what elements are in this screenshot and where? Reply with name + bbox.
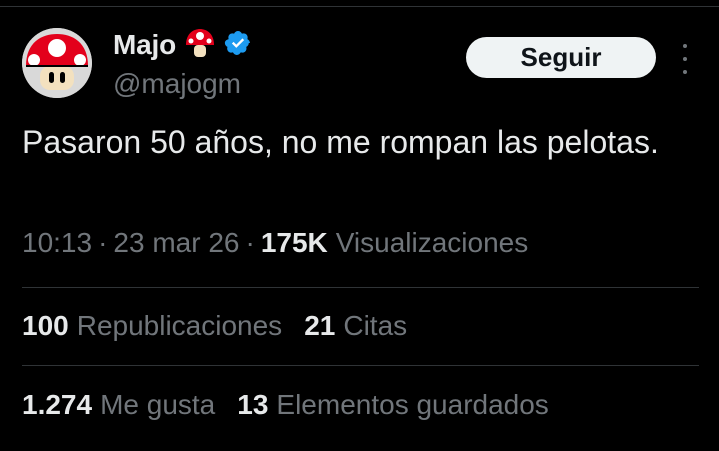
quotes-count: 21 [304, 310, 336, 341]
author-name-row: Majo [113, 26, 252, 64]
quotes-stat[interactable]: 21 Citas [304, 310, 407, 342]
top-divider [0, 6, 719, 7]
more-vertical-icon[interactable] [674, 44, 696, 74]
author-display-name[interactable]: Majo [113, 29, 176, 61]
likes-label: Me gusta [100, 389, 216, 420]
divider [22, 287, 699, 288]
views-label: Visualizaciones [335, 227, 529, 258]
views-count: 175K [260, 227, 328, 258]
verified-badge-icon[interactable] [224, 29, 252, 62]
quotes-label: Citas [343, 310, 408, 341]
bookmarks-label: Elementos guardados [276, 389, 549, 420]
engagement-stats-row-1: 100 Republicaciones 21 Citas [22, 310, 429, 342]
likes-count: 1.274 [22, 389, 93, 420]
reposts-label: Republicaciones [76, 310, 283, 341]
tweet-time[interactable]: 10:13 [22, 227, 92, 259]
meta-separator: · [98, 227, 108, 258]
more-dot [683, 70, 687, 74]
reposts-stat[interactable]: 100 Republicaciones [22, 310, 282, 342]
reposts-count: 100 [22, 310, 69, 341]
likes-stat[interactable]: 1.274 Me gusta [22, 389, 215, 421]
mushroom-icon [22, 28, 92, 98]
tweet-meta: 10:13 · 23 mar 26 · 175K Visualizaciones [22, 227, 528, 259]
avatar[interactable] [22, 28, 92, 98]
engagement-stats-row-2: 1.274 Me gusta 13 Elementos guardados [22, 389, 571, 421]
bookmarks-count: 13 [237, 389, 269, 420]
bookmarks-stat[interactable]: 13 Elementos guardados [237, 389, 549, 421]
more-dot [683, 57, 687, 61]
tweet-text: Pasaron 50 años, no me rompan las pelota… [22, 124, 659, 160]
meta-separator: · [245, 227, 255, 258]
more-dot [683, 44, 687, 48]
mushroom-icon [184, 27, 216, 64]
divider [22, 365, 699, 366]
tweet-date[interactable]: 23 mar 26 [113, 227, 239, 259]
follow-button[interactable]: Seguir [466, 37, 656, 78]
author-handle[interactable]: @majogm [113, 68, 241, 100]
